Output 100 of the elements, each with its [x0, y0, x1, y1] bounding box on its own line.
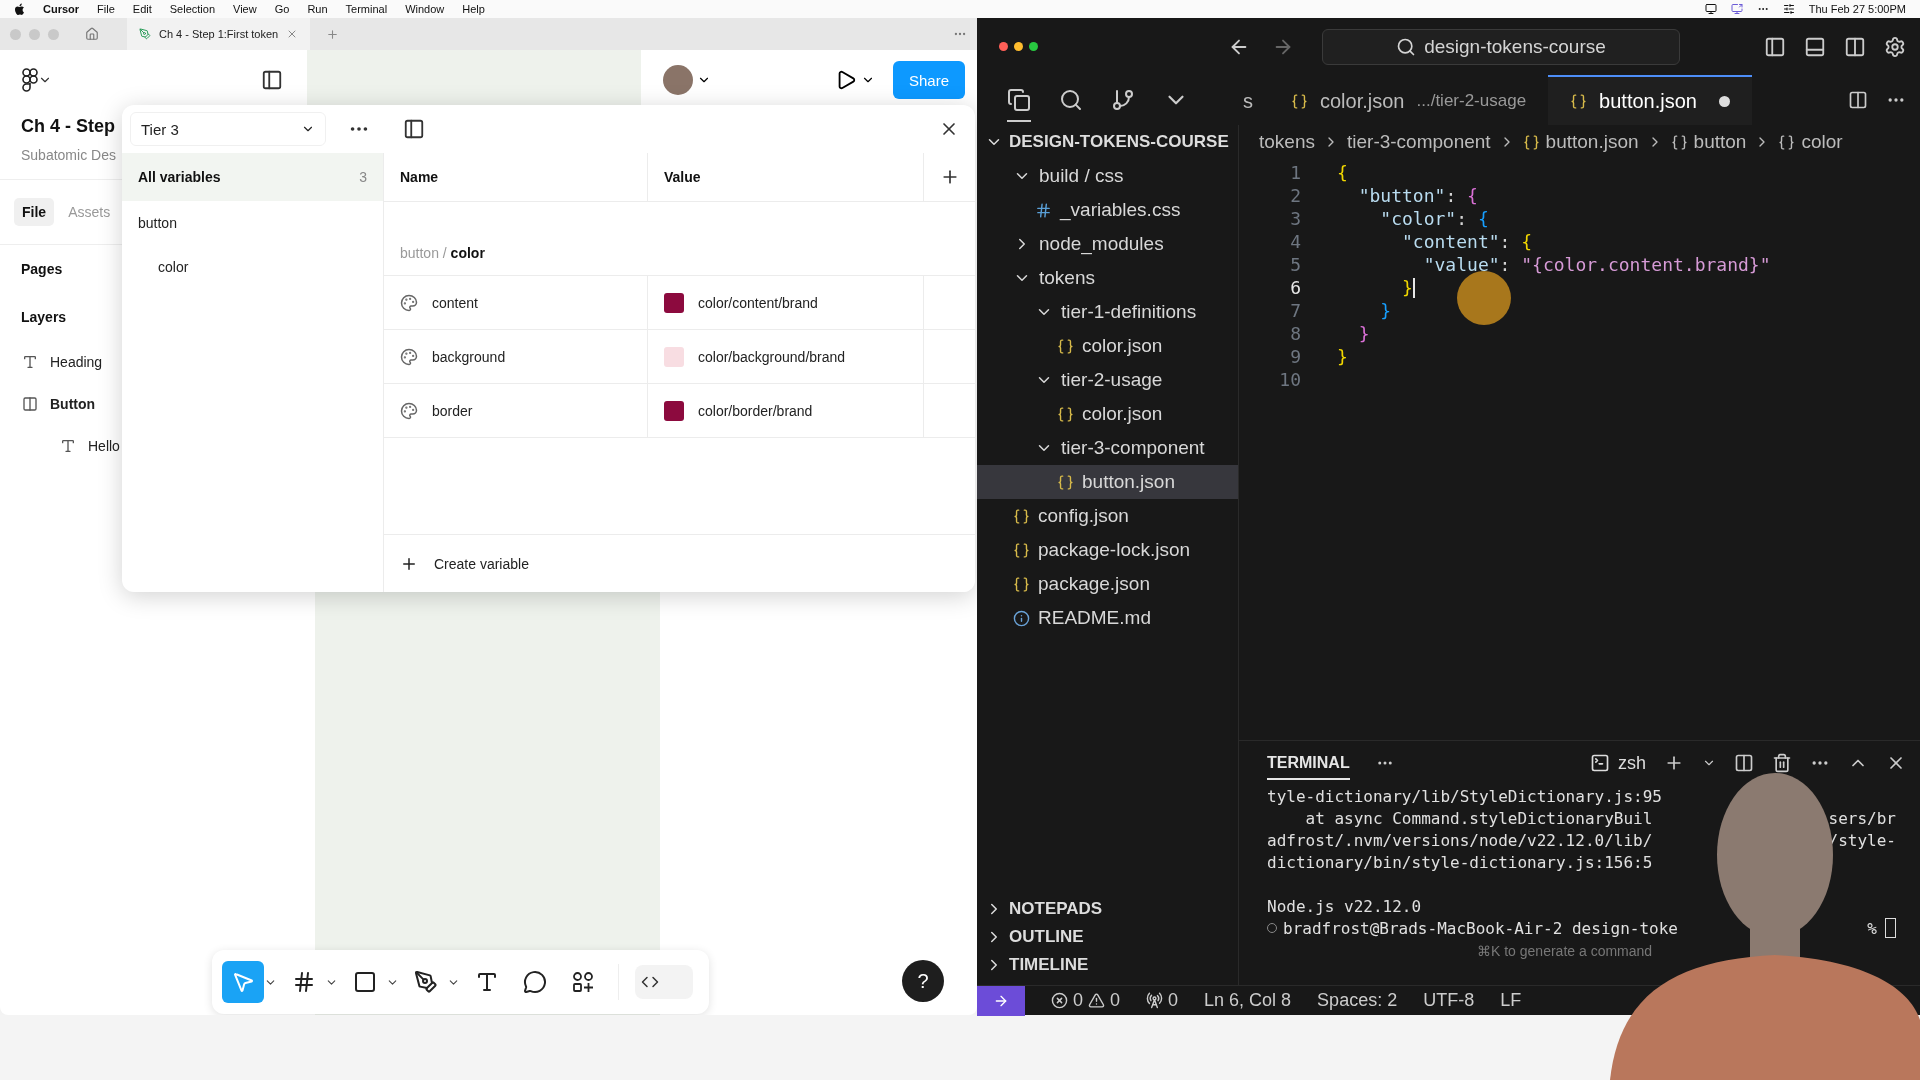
shell-selector[interactable]: zsh [1590, 752, 1646, 774]
menu-item[interactable]: Help [462, 3, 485, 15]
explorer-root-heading[interactable]: DESIGN-TOKENS-COURSE [977, 125, 1238, 159]
terminal-text: dictionary/bin/style-dictionary.js:156:5 [1267, 852, 1653, 872]
file-item[interactable]: package.json [977, 567, 1238, 601]
explorer-button[interactable] [1007, 88, 1031, 122]
variable-name[interactable]: background [432, 348, 506, 365]
minimize-window-dot[interactable] [1014, 42, 1023, 51]
screen-share-icon[interactable] [1730, 3, 1743, 15]
file-item[interactable]: config.json [977, 499, 1238, 533]
color-swatch[interactable] [664, 400, 684, 421]
menu-item[interactable]: View [233, 3, 257, 15]
panel-toggle-icon[interactable] [1804, 35, 1826, 58]
code-token: { [1477, 208, 1489, 229]
variable-group-item[interactable]: button [122, 201, 383, 245]
status-item[interactable]: UTF-8 [1423, 990, 1475, 1011]
variable-name[interactable]: content [432, 294, 478, 311]
split-editor-icon[interactable] [1848, 90, 1868, 110]
code-editor[interactable]: 1 { 2 "button": { 3 "color": { 4 "content": { 5 "value": "{color.content.brand}" 6 } 7 } 8 } 9 } 10 [1239, 159, 1920, 740]
terminal-tab[interactable]: TERMINAL [1267, 746, 1350, 780]
trash-icon[interactable] [1772, 753, 1792, 773]
editor-tab[interactable]: color.json .../tier-2-usage [1269, 75, 1549, 125]
ports-status[interactable]: 0 [1146, 990, 1179, 1011]
window-control-dot[interactable] [29, 28, 40, 40]
split-terminal-icon[interactable] [1734, 753, 1754, 773]
status-item[interactable]: Ln 6, Col 8 [1204, 990, 1292, 1011]
sidebar-toggle-icon[interactable] [260, 69, 283, 91]
pen-icon [414, 970, 438, 994]
folder-item[interactable]: build / css [977, 159, 1238, 193]
status-item[interactable]: LF [1500, 990, 1522, 1011]
sidebar-toggle-icon[interactable] [403, 118, 425, 140]
status-item[interactable]: Spaces: 2 [1317, 990, 1398, 1011]
color-swatch[interactable] [664, 292, 684, 313]
folder-item[interactable]: tier-1-definitions [977, 295, 1238, 329]
menu-item[interactable]: Run [307, 3, 328, 15]
new-tab-icon[interactable] [326, 27, 340, 41]
code-token: : [1499, 254, 1512, 275]
menu-item[interactable]: Selection [169, 3, 216, 15]
apple-logo-icon[interactable] [14, 2, 25, 16]
main-menu-button[interactable] [22, 68, 52, 92]
editor-tab[interactable]: button.json [1548, 75, 1752, 125]
sidebar-toggle-icon[interactable] [1764, 35, 1786, 58]
menu-item[interactable]: Window [405, 3, 445, 15]
layer-item[interactable]: Button [0, 383, 315, 425]
menu-item[interactable]: Terminal [345, 3, 388, 15]
variable-name[interactable]: border [432, 402, 473, 419]
terminal-cursor [1885, 918, 1896, 938]
breadcrumb-item[interactable]: color [1778, 131, 1843, 153]
variable-value[interactable]: color/border/brand [698, 402, 813, 419]
split-layout-icon[interactable] [1844, 35, 1866, 58]
folder-item[interactable]: tier-2-usage [977, 363, 1238, 397]
folder-item[interactable]: node_modules [977, 227, 1238, 261]
menu-item[interactable]: Go [274, 3, 290, 15]
help-button[interactable]: ? [902, 960, 944, 1002]
line-number: 8 [1289, 323, 1301, 344]
menu-app-name[interactable]: Cursor [43, 3, 80, 15]
braces-icon [1013, 507, 1030, 525]
braces-icon [1291, 92, 1308, 110]
collapsed-section-heading[interactable]: OUTLINE [977, 923, 1238, 951]
variable-value[interactable]: color/content/brand [698, 294, 818, 311]
settings-icon[interactable] [1884, 35, 1906, 58]
create-variable-button[interactable]: Create variable [384, 534, 975, 592]
color-swatch[interactable] [664, 346, 684, 367]
file-item[interactable]: README.md [977, 601, 1238, 635]
window-control-dot[interactable] [10, 28, 21, 40]
layer-item[interactable]: Heading [0, 341, 315, 383]
file-item[interactable]: _variables.css [977, 193, 1238, 227]
collection-dropdown[interactable]: Tier 3 [130, 112, 326, 146]
folder-item[interactable]: tier-3-component [977, 431, 1238, 465]
breadcrumb-item[interactable]: button.json [1522, 131, 1639, 153]
problems-status[interactable]: 0 0 [1051, 990, 1121, 1011]
variable-group-item[interactable]: color [122, 245, 383, 289]
breadcrumb-item[interactable]: button [1670, 131, 1747, 153]
layer-item[interactable]: Hello [0, 425, 315, 467]
window-control-dot[interactable] [48, 28, 59, 40]
figma-logo-icon[interactable] [22, 68, 38, 92]
remote-button[interactable] [977, 985, 1025, 1016]
user-avatar[interactable] [662, 65, 693, 95]
collapsed-section-heading[interactable]: NOTEPADS [977, 895, 1238, 923]
browser-tab[interactable]: Ch 4 - Step 1:First token [127, 18, 311, 50]
editor-tab[interactable]: s [1239, 75, 1269, 125]
display-icon[interactable] [1704, 3, 1717, 15]
file-item[interactable]: color.json [977, 397, 1238, 431]
collapsed-section-heading[interactable]: TIMELINE [977, 951, 1238, 979]
zoom-window-dot[interactable] [1029, 42, 1038, 51]
file-item[interactable]: color.json [977, 329, 1238, 363]
control-center-icon[interactable] [1782, 3, 1795, 15]
menu-item[interactable]: Edit [132, 3, 152, 15]
file-item[interactable]: button.json [977, 465, 1238, 499]
menu-item[interactable]: File [97, 3, 115, 15]
file-item[interactable]: package-lock.json [977, 533, 1238, 567]
folder-item[interactable]: tokens [977, 261, 1238, 295]
variable-value[interactable]: color/background/brand [698, 348, 846, 365]
breadcrumb-item[interactable]: tier-3-component [1347, 131, 1491, 153]
close-window-dot[interactable] [999, 42, 1008, 51]
command-search-field[interactable]: design-tokens-course [1322, 28, 1680, 65]
breadcrumb-item[interactable]: tokens [1259, 131, 1315, 153]
home-icon[interactable] [85, 27, 99, 41]
panel-tab[interactable]: File [14, 198, 55, 226]
all-variables-item[interactable]: All variables 3 [122, 153, 383, 201]
